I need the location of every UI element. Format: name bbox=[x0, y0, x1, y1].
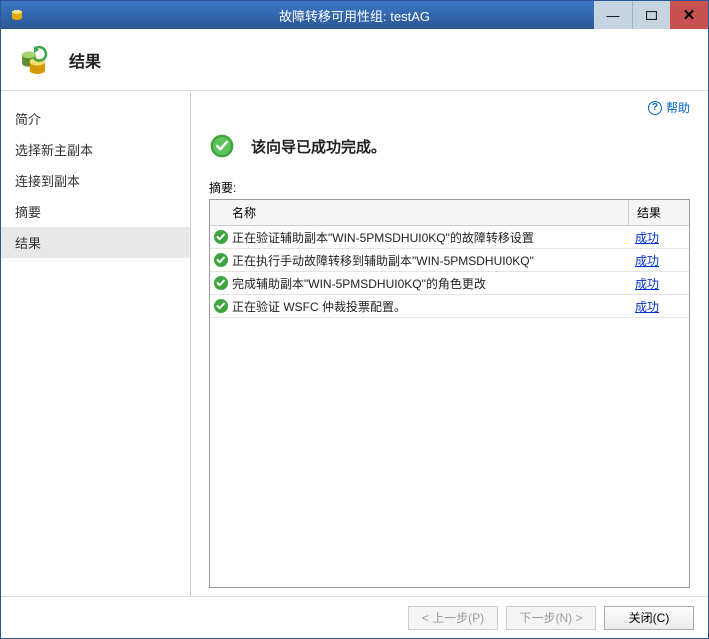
grid-body: 正在验证辅助副本"WIN-5PMSDHUI0KQ"的故障转移设置 成功 正在执行… bbox=[210, 226, 689, 587]
maximize-button[interactable] bbox=[632, 1, 670, 29]
row-result: 成功 bbox=[629, 272, 689, 294]
main-area: 简介 选择新主副本 连接到副本 摘要 结果 ? 帮助 该向导已成功完成。 摘要:… bbox=[1, 91, 708, 596]
success-icon bbox=[209, 133, 235, 159]
footer: < 上一步(P) 下一步(N) > 关闭(C) bbox=[1, 596, 708, 638]
page-header: 结果 bbox=[1, 29, 708, 91]
table-row: 正在执行手动故障转移到辅助副本"WIN-5PMSDHUI0KQ" 成功 bbox=[210, 249, 689, 272]
row-status-icon bbox=[210, 298, 230, 314]
result-link[interactable]: 成功 bbox=[635, 231, 659, 245]
row-status-icon bbox=[210, 252, 230, 268]
sidebar-item-connect-replica[interactable]: 连接到副本 bbox=[1, 165, 190, 196]
result-link[interactable]: 成功 bbox=[635, 300, 659, 314]
sidebar-item-results[interactable]: 结果 bbox=[1, 227, 190, 258]
row-name: 正在执行手动故障转移到辅助副本"WIN-5PMSDHUI0KQ" bbox=[230, 249, 629, 271]
row-status-icon bbox=[210, 229, 230, 245]
grid-header: 名称 结果 bbox=[210, 200, 689, 226]
results-grid: 名称 结果 正在验证辅助副本"WIN-5PMSDHUI0KQ"的故障转移设置 成… bbox=[209, 199, 690, 588]
close-button[interactable]: ✕ bbox=[670, 1, 708, 29]
help-link[interactable]: ? 帮助 bbox=[648, 99, 690, 116]
window-controls: — ✕ bbox=[594, 1, 708, 29]
status-row: 该向导已成功完成。 bbox=[209, 133, 690, 159]
row-name: 正在验证辅助副本"WIN-5PMSDHUI0KQ"的故障转移设置 bbox=[230, 226, 629, 248]
next-button: 下一步(N) > bbox=[506, 606, 596, 630]
sidebar: 简介 选择新主副本 连接到副本 摘要 结果 bbox=[1, 91, 191, 596]
row-status-icon bbox=[210, 275, 230, 291]
row-name: 正在验证 WSFC 仲裁投票配置。 bbox=[230, 295, 629, 317]
result-link[interactable]: 成功 bbox=[635, 277, 659, 291]
table-row: 完成辅助副本"WIN-5PMSDHUI0KQ"的角色更改 成功 bbox=[210, 272, 689, 295]
sidebar-item-select-primary[interactable]: 选择新主副本 bbox=[1, 134, 190, 165]
app-icon bbox=[7, 5, 27, 25]
minimize-button[interactable]: — bbox=[594, 1, 632, 29]
result-link[interactable]: 成功 bbox=[635, 254, 659, 268]
sidebar-item-summary[interactable]: 摘要 bbox=[1, 196, 190, 227]
content-area: ? 帮助 该向导已成功完成。 摘要: 名称 结果 bbox=[191, 91, 708, 596]
table-row: 正在验证辅助副本"WIN-5PMSDHUI0KQ"的故障转移设置 成功 bbox=[210, 226, 689, 249]
column-result[interactable]: 结果 bbox=[629, 200, 689, 225]
sidebar-item-intro[interactable]: 简介 bbox=[1, 103, 190, 134]
status-message: 该向导已成功完成。 bbox=[251, 136, 386, 157]
previous-button: < 上一步(P) bbox=[408, 606, 498, 630]
column-name[interactable]: 名称 bbox=[210, 200, 629, 225]
row-result: 成功 bbox=[629, 249, 689, 271]
close-wizard-button[interactable]: 关闭(C) bbox=[604, 606, 694, 630]
row-result: 成功 bbox=[629, 295, 689, 317]
row-result: 成功 bbox=[629, 226, 689, 248]
wizard-logo-icon bbox=[17, 43, 51, 77]
titlebar: 故障转移可用性组: testAG — ✕ bbox=[1, 1, 708, 29]
help-icon: ? bbox=[648, 101, 662, 115]
row-name: 完成辅助副本"WIN-5PMSDHUI0KQ"的角色更改 bbox=[230, 272, 629, 294]
table-row: 正在验证 WSFC 仲裁投票配置。 成功 bbox=[210, 295, 689, 318]
help-label: 帮助 bbox=[666, 99, 690, 116]
page-title: 结果 bbox=[69, 48, 101, 72]
summary-label: 摘要: bbox=[209, 179, 690, 196]
